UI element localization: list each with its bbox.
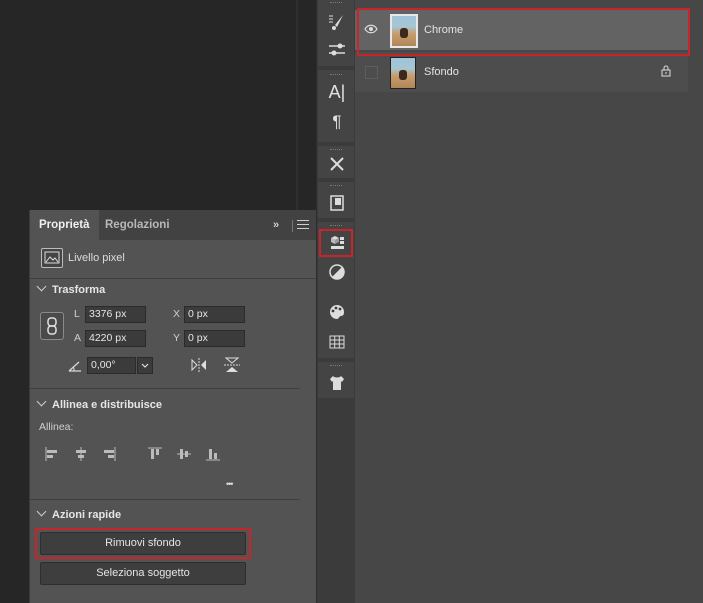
- more-options-icon[interactable]: •••: [226, 479, 234, 489]
- height-field[interactable]: 4220 px: [85, 330, 146, 347]
- align-top-icon[interactable]: [148, 447, 162, 461]
- tools-icon[interactable]: [327, 154, 347, 174]
- width-label: L: [74, 308, 80, 320]
- height-label: A: [74, 332, 82, 344]
- artboard-icon[interactable]: [327, 193, 347, 213]
- x-label: X: [173, 308, 181, 320]
- collapse-panel-icon[interactable]: »: [273, 219, 279, 231]
- strip-group-artboard: [318, 182, 354, 218]
- align-section-title[interactable]: Allinea e distribuisce: [36, 396, 162, 411]
- section-divider: [30, 388, 300, 389]
- align-right-icon[interactable]: [102, 447, 116, 461]
- align-label: Allinea:: [39, 421, 74, 433]
- pixel-layer-icon: [41, 248, 63, 268]
- layer-thumbnail: [390, 57, 416, 89]
- y-field[interactable]: 0 px: [184, 330, 245, 347]
- highlight-remove-background: [35, 528, 251, 559]
- layer-kind-label: Livello pixel: [68, 252, 125, 264]
- layer-name[interactable]: Sfondo: [424, 66, 459, 78]
- strip-group-brush: [318, 0, 354, 66]
- angle-icon: [68, 360, 82, 375]
- angle-field[interactable]: 0,00°: [87, 357, 136, 374]
- tab-properties[interactable]: Proprietà: [30, 210, 99, 240]
- highlight-chrome-layer: [357, 8, 690, 56]
- grid-icon[interactable]: [327, 332, 347, 352]
- align-vcenter-icon[interactable]: [177, 447, 191, 461]
- align-left-icon[interactable]: [45, 447, 59, 461]
- brush-settings-icon[interactable]: [327, 12, 347, 32]
- properties-panel: Proprietà Regolazioni » Livello pixel Tr…: [29, 210, 319, 603]
- x-field[interactable]: 0 px: [184, 306, 245, 323]
- panel-icon-strip: A| ¶: [316, 0, 356, 603]
- strip-group-tools: [318, 146, 354, 178]
- layer-row-sfondo[interactable]: Sfondo: [355, 52, 688, 92]
- transform-section-title[interactable]: Trasforma: [36, 281, 105, 296]
- flip-horizontal-icon[interactable]: [190, 358, 208, 375]
- brush-presets-icon[interactable]: [327, 40, 347, 60]
- strip-group-type: A| ¶: [318, 70, 354, 142]
- angle-dropdown-icon[interactable]: [137, 357, 153, 374]
- character-icon[interactable]: A|: [327, 82, 347, 102]
- flip-vertical-icon[interactable]: [224, 356, 240, 377]
- align-bottom-icon[interactable]: [206, 447, 220, 461]
- canvas-edge: [296, 0, 298, 210]
- align-hcenter-icon[interactable]: [74, 447, 88, 461]
- lock-icon: [660, 65, 672, 80]
- y-label: Y: [173, 332, 181, 344]
- paragraph-icon[interactable]: ¶: [327, 112, 347, 132]
- adjustments-icon[interactable]: [327, 262, 347, 282]
- strip-group-grid: [318, 332, 354, 358]
- width-field[interactable]: 3376 px: [85, 306, 146, 323]
- link-dimensions-button[interactable]: [40, 312, 64, 340]
- panel-menu-icon[interactable]: [297, 217, 309, 232]
- properties-tabbar: Proprietà Regolazioni »: [30, 210, 319, 240]
- select-subject-button[interactable]: Seleziona soggetto: [40, 562, 246, 585]
- swatches-icon[interactable]: [327, 302, 347, 322]
- highlight-properties-icon: [319, 229, 353, 257]
- visibility-toggle[interactable]: [365, 66, 378, 79]
- section-divider: [30, 499, 300, 500]
- tab-adjustments[interactable]: Regolazioni: [96, 210, 179, 240]
- tabbar-divider: [292, 220, 293, 232]
- layers-panel: Chrome Sfondo: [355, 0, 703, 603]
- strip-group-libraries: [318, 362, 354, 398]
- quick-actions-section-title[interactable]: Azioni rapide: [36, 506, 121, 521]
- tshirt-icon[interactable]: [327, 373, 347, 393]
